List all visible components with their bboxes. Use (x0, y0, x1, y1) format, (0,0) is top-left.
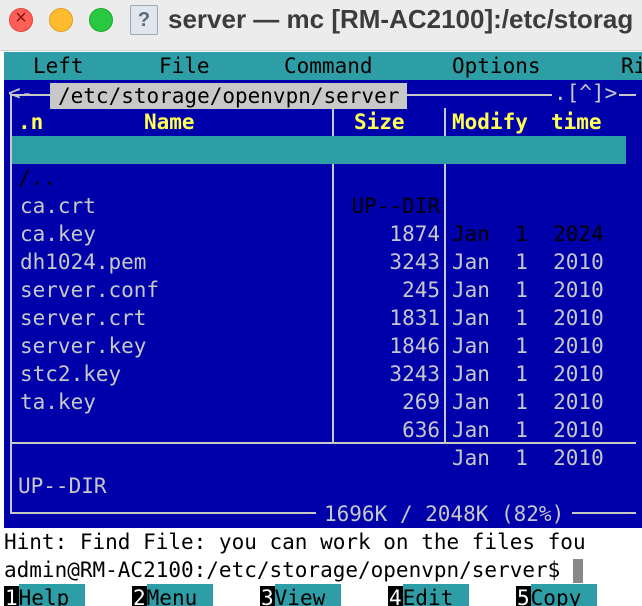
document-question-icon: ? (130, 5, 158, 35)
fkey-number: 5 (516, 586, 531, 606)
fkey-label: Menu (146, 584, 214, 606)
fkey-menu[interactable]: 2Menu (132, 584, 214, 606)
file-row[interactable]: dh1024.pem 245 Jan 1 2010 (12, 220, 626, 330)
file-row-selected[interactable]: /.. UP--DIR Jan 1 2024 (12, 136, 626, 246)
menu-command[interactable]: Command (284, 52, 373, 80)
fkey-help[interactable]: 1Help (4, 584, 86, 606)
text-cursor (572, 559, 583, 583)
panel-path[interactable]: /etc/storage/openvpn/server (50, 83, 408, 109)
menu-bar: Left File Command Options Ri (4, 52, 642, 80)
fkey-label: View (274, 584, 342, 606)
fkey-number: 3 (260, 586, 275, 606)
terminal[interactable]: Left File Command Options Ri <- /etc/sto… (4, 52, 642, 606)
file-row[interactable]: server.conf 1831 Jan 1 2010 (12, 248, 626, 358)
header-name[interactable]: Name (144, 108, 195, 136)
file-date: Jan 1 2010 (452, 446, 604, 470)
file-row[interactable]: server.crt 1846 Jan 1 2010 (12, 276, 626, 386)
menu-right[interactable]: Ri (621, 52, 642, 80)
fkey-label: Copy (530, 584, 598, 606)
file-row[interactable]: ca.crt 1874 Jan 1 2010 (12, 164, 626, 274)
fkey-number: 2 (132, 586, 147, 606)
fkey-view[interactable]: 3View (260, 584, 342, 606)
minimize-window-button[interactable] (49, 8, 73, 32)
file-row[interactable]: ca.key 3243 Jan 1 2010 (12, 192, 626, 302)
fkey-number: 4 (388, 586, 403, 606)
panel-status: UP--DIR (18, 474, 107, 498)
file-row[interactable]: ta.key 636 Jan 1 2010 (12, 360, 626, 470)
maximize-window-button[interactable] (89, 8, 113, 32)
left-panel[interactable]: <- /etc/storage/openvpn/server .[^]> .n … (4, 80, 642, 528)
panel-corner-right[interactable]: .[^]> (552, 81, 620, 105)
window-titlebar: ? server — mc [RM-AC2100]:/etc/storag (0, 0, 642, 51)
fkey-label: Help (18, 584, 86, 606)
disk-usage: 1696K / 2048K (82%) (316, 500, 573, 528)
file-row[interactable]: server.key 3243 Jan 1 2010 (12, 304, 626, 414)
header-size[interactable]: Size (354, 108, 405, 136)
menu-options[interactable]: Options (452, 52, 541, 80)
file-row[interactable]: stc2.key 269 Jan 1 2010 (12, 332, 626, 442)
header-time[interactable]: time (551, 108, 602, 136)
file-size: 269 (402, 390, 440, 414)
panel-corner-left[interactable]: <- (8, 81, 33, 105)
close-window-button[interactable] (9, 7, 33, 32)
menu-left[interactable]: Left (33, 52, 84, 80)
fkey-number: 1 (4, 586, 19, 606)
fkey-copy[interactable]: 5Copy (516, 584, 598, 606)
function-key-bar: 1Help 2Menu 3View 4Edit 5Copy (4, 584, 642, 606)
window-title: server — mc [RM-AC2100]:/etc/storag (168, 4, 634, 34)
sort-indicator[interactable]: .n (18, 108, 43, 136)
file-size: 636 (402, 418, 440, 442)
fkey-label: Edit (402, 584, 470, 606)
file-date: Jan 1 2010 (452, 418, 604, 442)
command-prompt[interactable]: admin@RM-AC2100:/etc/storage/openvpn/ser… (4, 556, 642, 584)
menu-file[interactable]: File (159, 52, 210, 80)
file-name: ta.key (20, 390, 96, 414)
fkey-edit[interactable]: 4Edit (388, 584, 470, 606)
hint-line: Hint: Find File: you can work on the fil… (4, 530, 586, 554)
prompt-text: admin@RM-AC2100:/etc/storage/openvpn/ser… (4, 558, 573, 582)
file-date: Jan 1 2010 (452, 390, 604, 414)
header-modify[interactable]: Modify (452, 108, 528, 136)
